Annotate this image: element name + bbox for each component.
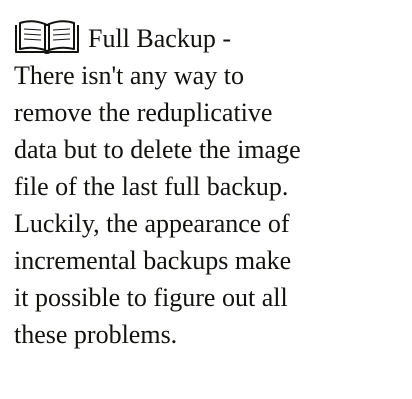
section-title: Full Backup - — [88, 24, 231, 53]
heading-line: Full Backup - — [14, 20, 406, 57]
body-line: remove the reduplicative — [14, 98, 273, 127]
body-line: file of the last full backup. — [14, 172, 289, 201]
open-book-icon — [14, 19, 80, 55]
body-line: There isn't any way to — [14, 61, 244, 90]
body-line: these problems. — [14, 320, 178, 349]
body-line: data but to delete the image — [14, 135, 301, 164]
body-line: incremental backups make — [14, 246, 292, 275]
backup-note: Full Backup - There isn't any way to rem… — [14, 20, 406, 353]
body-line: Luckily, the appearance of — [14, 209, 290, 238]
body-line: it possible to figure out all — [14, 283, 288, 312]
